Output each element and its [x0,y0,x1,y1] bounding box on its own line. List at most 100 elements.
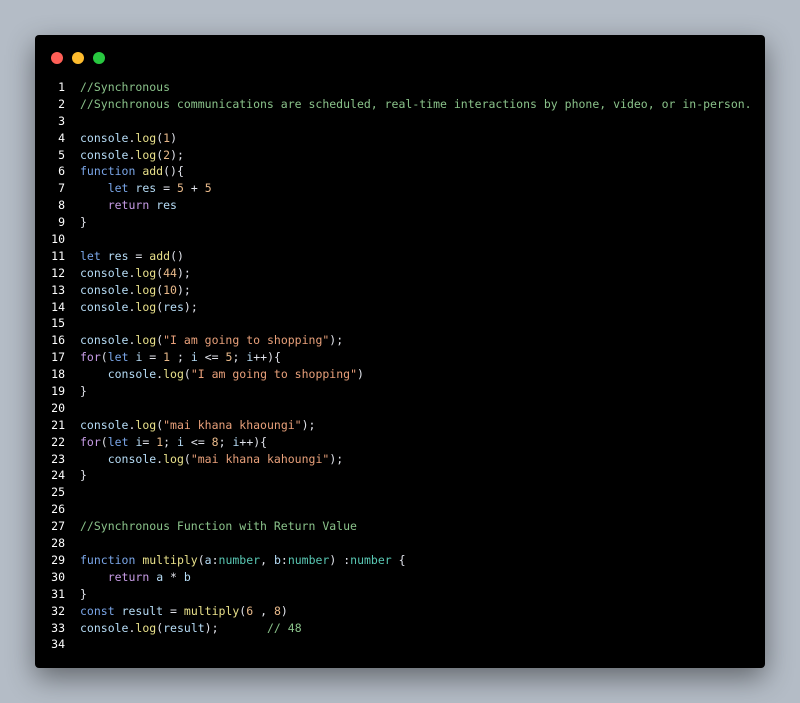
code-token: + [183,181,205,196]
code-token: console [80,147,129,162]
code-line: 23 console.log("mai khana kahoungi"); [35,451,765,468]
code-token: , [260,552,274,567]
line-number: 24 [51,468,65,483]
code-token: console [80,282,129,297]
line-number: 8 [58,198,65,213]
code-token: ); [170,147,184,162]
code-token: "mai khana kahoungi" [190,451,330,466]
code-line: 14 console.log(res); [35,299,765,316]
code-token: //Synchronous communications are schedul… [80,96,752,111]
code-token: ) [329,552,344,567]
code-line: 18 console.log("I am going to shopping") [35,366,765,383]
code-token: ( [100,434,108,449]
code-token: } [80,468,87,483]
code-token: ( [183,451,191,466]
code-token: console [80,620,129,635]
code-token: 8 [273,603,281,618]
line-number: 20 [51,400,65,415]
line-number: 32 [51,603,65,618]
code-token: ++){ [239,434,268,449]
code-token: console [80,417,129,432]
line-number: 34 [51,637,65,652]
code-content: for(let i = 1 ; i <= 5; i++){ [80,349,281,366]
code-token: () [170,248,184,263]
code-token: console [80,299,129,314]
code-token: let [107,181,129,196]
code-token: for [80,350,101,365]
code-token: let [107,434,129,449]
code-token: log [135,130,157,145]
code-content: console.log("mai khana kahoungi"); [80,451,343,468]
code-line: 29 function multiply(a:number, b:number) … [35,552,765,569]
code-line: 34 [35,636,765,653]
code-token: ; [170,350,191,365]
code-token: console [80,333,129,348]
code-token: ); [204,620,219,635]
code-token: log [135,620,157,635]
code-token: res [135,181,157,196]
code-content: return res [80,197,177,214]
line-number: 2 [58,96,65,111]
code-content: } [80,467,87,484]
code-token: 8 [211,434,219,449]
code-token: ); [329,451,344,466]
code-token: function [80,552,136,567]
code-token: ) [280,603,288,618]
code-line: 5 console.log(2); [35,147,765,164]
code-token: 5 [204,181,212,196]
code-content: console.log(result); // 48 [80,620,302,637]
code-line: 11 let res = add() [35,248,765,265]
code-token: b [183,569,191,584]
code-content: let res = add() [80,248,184,265]
line-number: 31 [51,586,65,601]
line-number: 1 [58,80,65,94]
maximize-dot-icon[interactable] [93,52,105,64]
line-number: 28 [51,536,65,551]
code-line: 22 for(let i= 1; i <= 8; i++){ [35,434,765,451]
code-editor[interactable]: 1 //Synchronous 2 //Synchronous communicati… [35,79,765,653]
line-number: 5 [58,147,65,162]
code-token: return [107,569,150,584]
line-number: 23 [51,451,65,466]
code-line: 12 console.log(44); [35,265,765,282]
code-token: console [80,130,129,145]
code-content: //Synchronous Function with Return Value [80,518,357,535]
line-number: 15 [51,316,65,331]
close-dot-icon[interactable] [51,52,63,64]
code-content: console.log(1) [80,130,177,147]
code-token: (){ [163,164,184,179]
code-token: result [163,620,205,635]
code-line: 25 [35,484,765,501]
line-number: 16 [51,333,65,348]
code-token: log [135,333,157,348]
code-line: 9} [35,214,765,231]
line-number: 27 [51,519,65,534]
code-token: = [142,350,164,365]
code-token: ; [218,434,233,449]
line-number: 3 [58,113,65,128]
code-line: 13 console.log(10); [35,282,765,299]
code-token: number [287,552,330,567]
code-line: 8 return res [35,197,765,214]
code-content: console.log("I am going to shopping") [80,366,364,383]
code-line: 27 //Synchronous Function with Return Val… [35,518,765,535]
code-token: 5 [176,181,184,196]
code-token: } [80,384,87,399]
code-token: 44 [163,265,177,280]
code-content: //Synchronous [80,79,170,96]
code-token: ); [329,333,344,348]
code-token: "mai khana khaoungi" [163,417,302,432]
code-token: log [163,367,184,382]
code-token: b [273,552,281,567]
code-line: 26 [35,501,765,518]
minimize-dot-icon[interactable] [72,52,84,64]
code-line: 28 [35,535,765,552]
code-token: console [107,451,157,466]
code-token: ; [232,350,247,365]
code-token: ( [183,367,191,382]
line-number: 4 [58,130,65,145]
code-token: ( [197,552,205,567]
window-controls [51,52,105,64]
